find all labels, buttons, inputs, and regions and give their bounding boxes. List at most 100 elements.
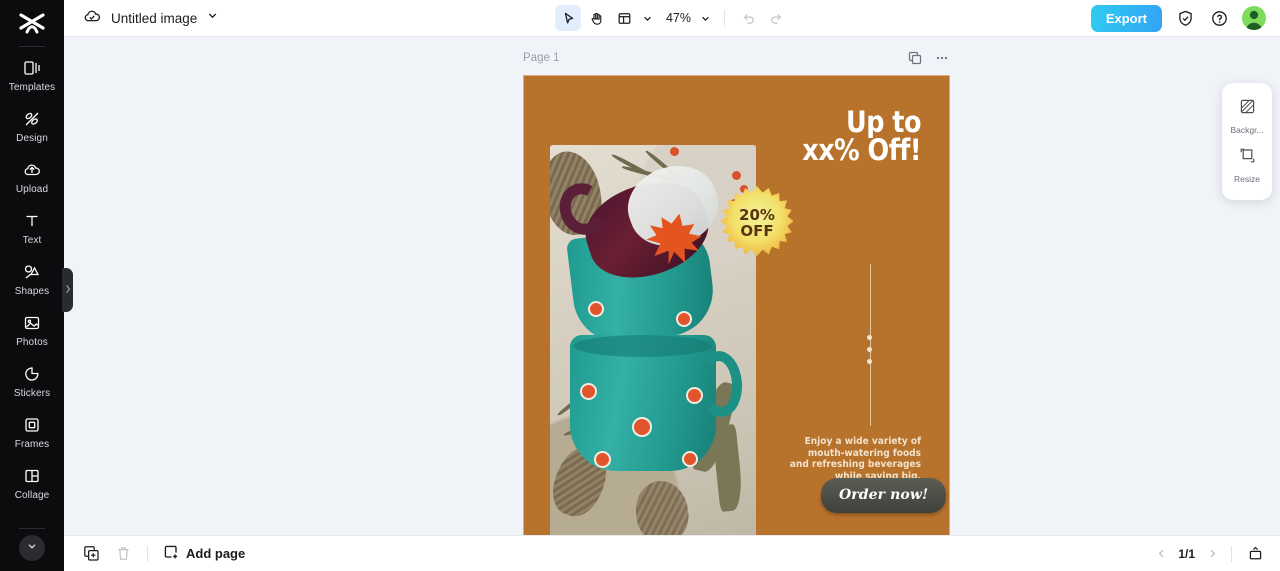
cta-label: Order now! [839, 487, 929, 503]
resize-icon [1239, 147, 1256, 169]
sidebar-item-upload[interactable]: Upload [3, 153, 61, 200]
select-tool-button[interactable] [554, 5, 581, 31]
mug-dot [588, 301, 604, 317]
headline-line-2: xx% Off! [802, 133, 921, 167]
sidebar-item-templates[interactable]: Templates [3, 51, 61, 98]
zoom-level-value[interactable]: 47% [658, 11, 695, 25]
resize-tool-button[interactable]: Resize [1222, 141, 1272, 190]
sidebar-divider [19, 46, 45, 47]
sidebar-expand-more-button[interactable] [19, 535, 45, 561]
page-header: Page 1 [523, 50, 950, 66]
body-line-1: Enjoy a wide variety of [804, 436, 921, 447]
page-navigation: 1/1 [1154, 547, 1219, 561]
mug-dot [580, 383, 597, 400]
page-label: Page 1 [523, 52, 560, 64]
product-photo[interactable] [550, 145, 756, 535]
body-text[interactable]: Enjoy a wide variety of mouth-watering f… [750, 436, 921, 482]
text-icon [22, 211, 42, 231]
add-page-button[interactable]: Add page [163, 544, 245, 563]
mug-dot [686, 387, 703, 404]
capcut-editor-window: Templates Design Upload Text Shapes Phot… [0, 0, 1280, 571]
undo-button[interactable] [735, 5, 761, 31]
duplicate-icon[interactable] [80, 543, 102, 565]
shield-check-icon[interactable] [1174, 7, 1196, 29]
background-pattern-icon [1239, 98, 1256, 120]
zoom-dropdown-icon[interactable] [697, 5, 714, 31]
design-icon [22, 109, 42, 129]
shapes-icon [22, 262, 42, 282]
sidebar-item-photos[interactable]: Photos [3, 306, 61, 353]
sidebar-item-design[interactable]: Design [3, 102, 61, 149]
chevron-right-icon [65, 281, 71, 299]
page-header-actions [907, 50, 950, 66]
body-line-3: and refreshing beverages [789, 459, 921, 470]
layout-dropdown-icon[interactable] [639, 5, 656, 31]
background-tool-button[interactable]: Backgr... [1222, 92, 1272, 141]
frames-icon [22, 415, 42, 435]
sidebar-item-label: Text [22, 235, 42, 246]
mug-dot [682, 451, 698, 467]
top-toolbar: Untitled image 47% Export [64, 0, 1280, 37]
sidebar-item-label: Upload [15, 184, 49, 195]
mug-dot [676, 311, 692, 327]
berry-decor [732, 171, 741, 180]
badge-percent: 20% [739, 206, 775, 224]
sidebar-item-label: Collage [14, 490, 50, 501]
sidebar-item-frames[interactable]: Frames [3, 408, 61, 455]
badge-off: OFF [740, 222, 774, 240]
duplicate-page-icon[interactable] [907, 50, 923, 66]
prev-page-button[interactable] [1154, 547, 1168, 561]
help-icon[interactable] [1208, 7, 1230, 29]
sidebar-divider-bottom [19, 528, 45, 529]
mug-dot [632, 417, 652, 437]
templates-icon [22, 58, 42, 78]
bottom-left-controls: Add page [64, 543, 245, 565]
sidebar-item-label: Templates [8, 82, 56, 93]
export-button[interactable]: Export [1090, 4, 1162, 32]
title-dropdown-icon[interactable] [206, 9, 219, 27]
bottom-toolbar: Add page 1/1 [64, 535, 1280, 571]
bottom-divider-right [1231, 545, 1232, 562]
upload-cloud-icon [22, 160, 42, 180]
toolbar-right-controls: Export [1090, 4, 1266, 32]
sidebar-item-text[interactable]: Text [3, 204, 61, 251]
photos-icon [22, 313, 42, 333]
right-panel-label: Resize [1234, 174, 1260, 184]
bottom-right-controls: 1/1 [1154, 543, 1266, 565]
bottom-divider [147, 545, 148, 562]
canvas-workspace[interactable]: Page 1 20% OFF Up to xx% Off! Enjoy a wi… [64, 37, 1280, 535]
capcut-logo-icon[interactable] [14, 8, 50, 40]
sidebar-collapse-handle[interactable] [62, 268, 73, 312]
sidebar-item-collage[interactable]: Collage [3, 459, 61, 506]
sidebar-item-label: Shapes [14, 286, 50, 297]
cloud-check-icon[interactable] [82, 6, 102, 31]
sidebar-item-label: Design [16, 133, 48, 144]
headline-line-1: Up to [846, 105, 922, 139]
mug-dot [594, 451, 611, 468]
next-page-button[interactable] [1205, 547, 1219, 561]
headline-text[interactable]: Up to xx% Off! [758, 105, 922, 167]
page-more-icon[interactable] [934, 50, 950, 66]
order-now-button[interactable]: Order now! [821, 478, 947, 513]
layout-panel-button[interactable] [611, 5, 637, 31]
mug-inner-shadow [574, 335, 712, 357]
document-title-group: Untitled image [64, 6, 219, 31]
redo-button[interactable] [763, 5, 789, 31]
right-panel-label: Backgr... [1230, 125, 1264, 135]
document-title[interactable]: Untitled image [111, 11, 197, 26]
collage-icon [22, 466, 42, 486]
trash-icon[interactable] [112, 543, 134, 565]
divider-dots [867, 335, 872, 371]
sidebar-item-label: Frames [14, 439, 50, 450]
design-canvas[interactable]: 20% OFF Up to xx% Off! Enjoy a wide vari… [523, 75, 950, 535]
hand-tool-button[interactable] [583, 5, 609, 31]
stickers-icon [22, 364, 42, 384]
toolbar-center-controls: 47% [554, 5, 789, 31]
user-avatar[interactable] [1242, 6, 1266, 30]
left-sidebar: Templates Design Upload Text Shapes Phot… [0, 0, 64, 571]
sidebar-item-stickers[interactable]: Stickers [3, 357, 61, 404]
sidebar-item-label: Stickers [13, 388, 51, 399]
present-grid-icon[interactable] [1244, 543, 1266, 565]
sidebar-item-shapes[interactable]: Shapes [3, 255, 61, 302]
berry-decor [670, 147, 679, 156]
